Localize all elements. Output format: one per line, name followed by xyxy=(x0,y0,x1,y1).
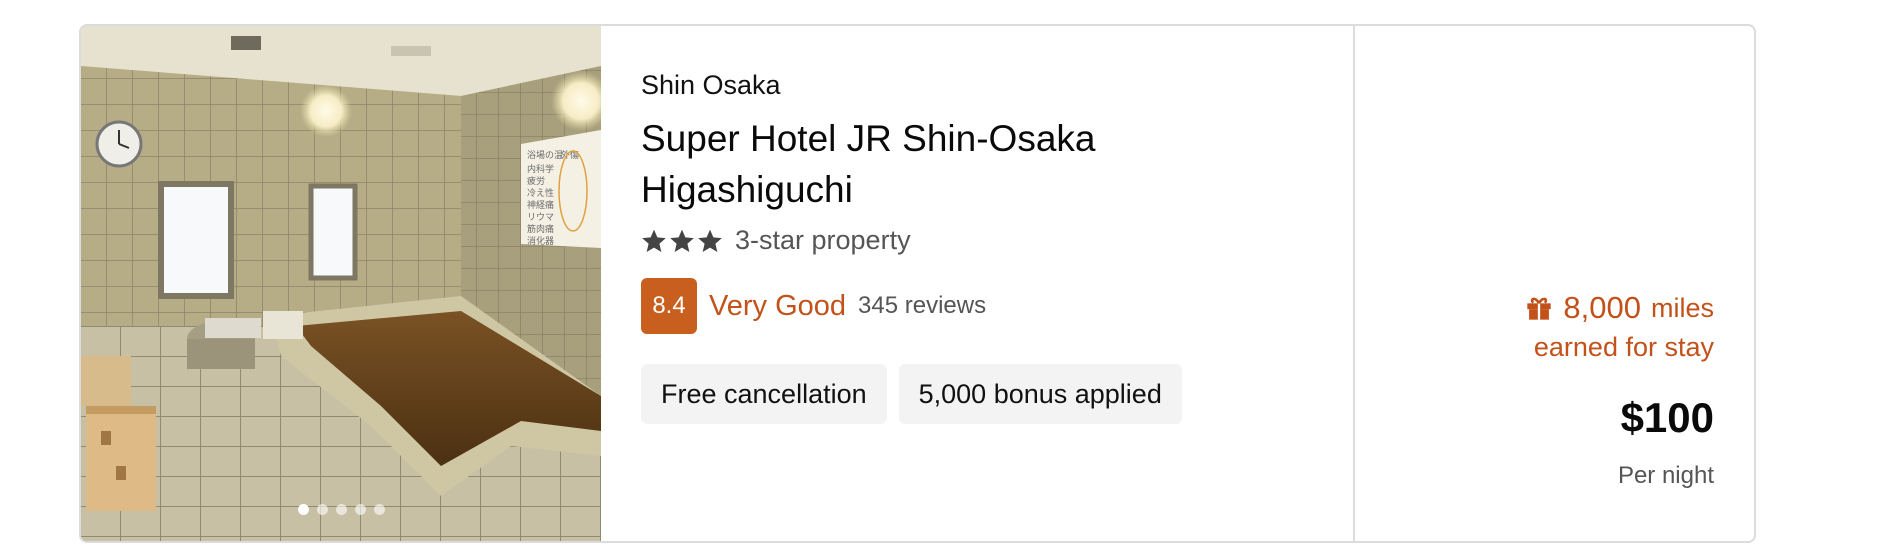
carousel-dot-4[interactable] xyxy=(354,504,366,515)
photo-sign-line: 浴場の温 xyxy=(527,149,563,161)
star-icon xyxy=(670,229,694,252)
photo-sign-line: 冷え性 xyxy=(527,187,554,199)
feature-tags: Free cancellation 5,000 bonus applied xyxy=(641,364,1353,424)
reviews-count[interactable]: 345 reviews xyxy=(858,292,986,320)
hotel-card[interactable]: 浴場の温 内科学 疲労 冷え性 神経痛 リウマ 筋肉痛 消化器 外傷 Shin … xyxy=(79,24,1756,543)
tag-free-cancellation: Free cancellation xyxy=(641,364,887,424)
rating-text: Very Good xyxy=(709,289,847,322)
miles-subtext: earned for stay xyxy=(1533,332,1714,362)
star-label: 3-star property xyxy=(735,225,911,255)
photo-sign-line: 内科学 xyxy=(527,163,554,175)
stars xyxy=(641,228,723,254)
carousel-dot-3[interactable] xyxy=(335,504,347,515)
photo-sign-line: 消化器 xyxy=(527,235,554,247)
hotel-name-link[interactable]: Super Hotel JR Shin-Osaka Higashiguchi xyxy=(641,113,1201,215)
bathhouse-photo-illustration: 浴場の温 内科学 疲労 冷え性 神経痛 リウマ 筋肉痛 消化器 外傷 xyxy=(81,26,601,541)
photo-carousel-dots xyxy=(81,504,601,515)
star-rating: 3-star property xyxy=(641,225,1353,256)
photo-sign-line: 疲労 xyxy=(527,175,545,187)
carousel-dot-5[interactable] xyxy=(373,504,385,515)
price-column: 8,000 miles earned for stay $100 Per nig… xyxy=(1355,26,1754,541)
hotel-photo[interactable]: 浴場の温 内科学 疲労 冷え性 神経痛 リウマ 筋肉痛 消化器 外傷 xyxy=(81,26,601,541)
miles-unit: miles xyxy=(1650,292,1714,323)
carousel-dot-2[interactable] xyxy=(316,504,328,515)
photo-sign-line: 神経痛 xyxy=(527,199,554,211)
rating-score-badge: 8.4 xyxy=(641,278,697,334)
star-icon xyxy=(698,229,722,252)
hotel-details: Shin Osaka Super Hotel JR Shin-Osaka Hig… xyxy=(601,26,1355,541)
photo-sign-line: 筋肉痛 xyxy=(527,223,554,235)
guest-rating: 8.4 Very Good 345 reviews xyxy=(641,278,1353,334)
star-icon xyxy=(642,229,666,252)
photo-sign-line: リウマ xyxy=(527,212,554,223)
miles-amount: 8,000 xyxy=(1563,290,1641,325)
hotel-location: Shin Osaka xyxy=(641,70,781,100)
carousel-dot-1[interactable] xyxy=(297,504,309,515)
miles-earned: 8,000 miles earned for stay xyxy=(1525,290,1714,363)
nightly-price: $100 xyxy=(1620,394,1714,441)
gift-icon xyxy=(1527,297,1552,320)
per-night-label: Per night xyxy=(1617,462,1714,489)
tag-bonus-applied: 5,000 bonus applied xyxy=(898,364,1182,424)
